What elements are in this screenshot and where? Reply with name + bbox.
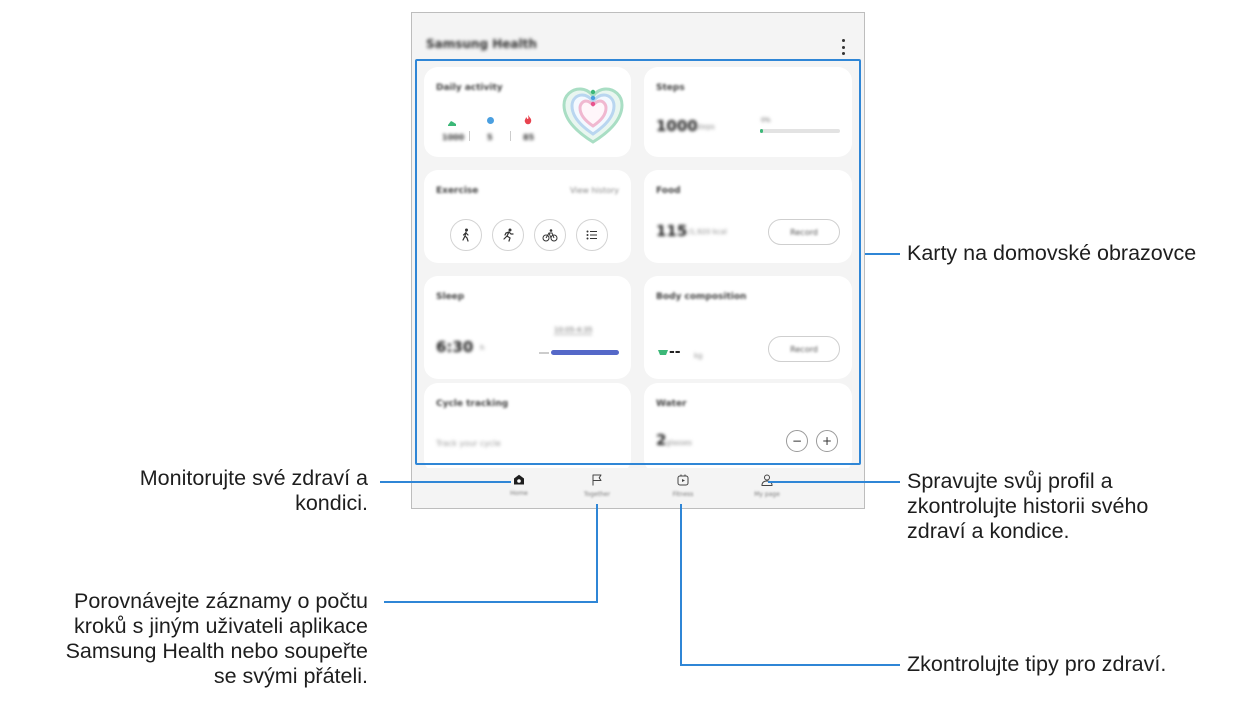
callout-line-fitness-h bbox=[680, 664, 900, 666]
bottom-navigation: Home Together Fitness My page bbox=[412, 468, 864, 508]
callout-line-home-cards bbox=[865, 253, 900, 255]
annotation-my-page: Spravujte svůj profil a zkontrolujte his… bbox=[907, 469, 1149, 543]
callout-line-my-page bbox=[768, 481, 900, 483]
person-icon bbox=[761, 474, 773, 486]
home-icon bbox=[514, 474, 524, 485]
nav-home-label: Home bbox=[510, 490, 528, 497]
annotation-fitness: Zkontrolujte tipy pro zdraví. bbox=[907, 652, 1167, 676]
nav-my-page-label: My page bbox=[754, 491, 780, 498]
nav-fitness[interactable]: Fitness bbox=[653, 474, 713, 508]
callout-line-home bbox=[380, 481, 511, 483]
callout-line-together-v bbox=[596, 504, 598, 603]
nav-together-label: Together bbox=[583, 491, 611, 498]
annotation-home-cards: Karty na domovské obrazovce bbox=[907, 241, 1197, 265]
callout-line-fitness-v bbox=[680, 504, 682, 666]
more-options-icon[interactable] bbox=[838, 39, 848, 55]
annotation-together: Porovnávejte záznamy o počtu kroků s jin… bbox=[65, 589, 368, 688]
home-cards-highlight bbox=[415, 59, 861, 465]
nav-together[interactable]: Together bbox=[567, 474, 627, 508]
callout-line-together-h bbox=[384, 601, 598, 603]
nav-home[interactable]: Home bbox=[489, 474, 549, 508]
app-title: Samsung Health bbox=[426, 37, 537, 51]
nav-fitness-label: Fitness bbox=[672, 491, 694, 498]
nav-my-page[interactable]: My page bbox=[737, 474, 797, 508]
fitness-video-icon bbox=[677, 474, 689, 486]
device-screen: Samsung Health Daily activity 1000 5 85 … bbox=[411, 12, 865, 509]
flag-icon bbox=[592, 474, 602, 486]
annotation-home: Monitorujte své zdraví a kondici. bbox=[139, 466, 368, 515]
